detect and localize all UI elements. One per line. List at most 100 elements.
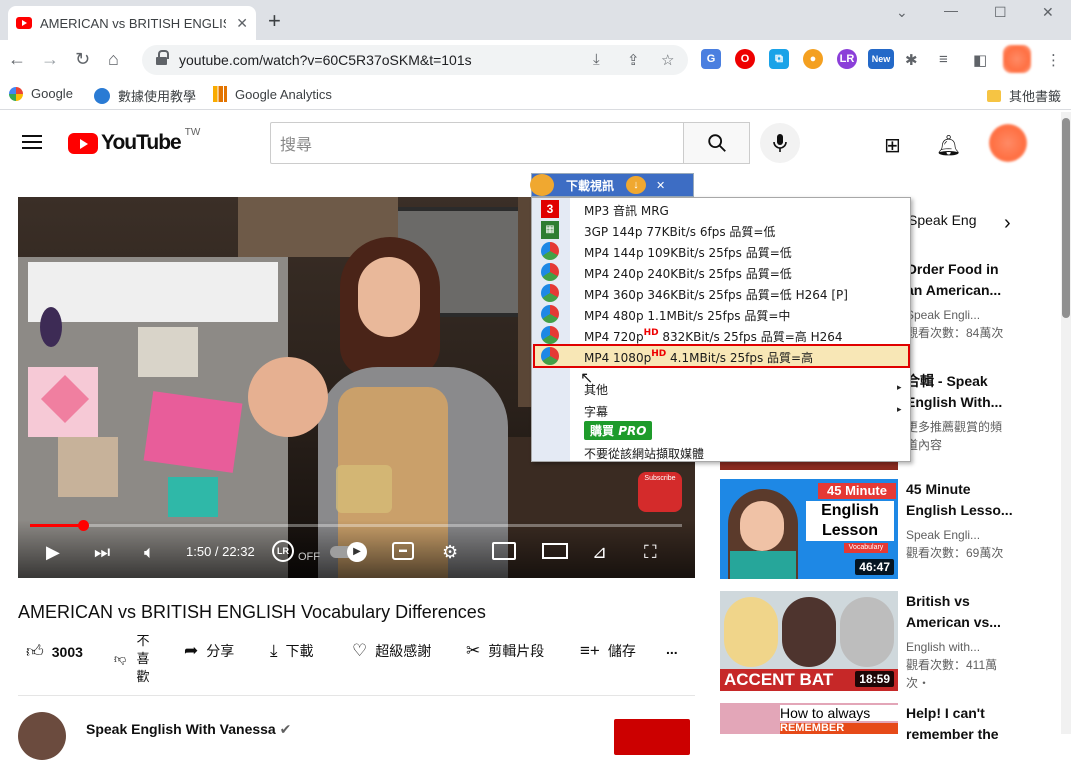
popup-close-icon[interactable]: ✕ — [656, 179, 665, 192]
related-video-title[interactable]: Order Food in an American... — [906, 259, 1016, 301]
menu-item-mp4-1080p[interactable]: MP4 1080pHD 4.1MBit/s 25fps 品質=高 — [584, 349, 813, 366]
menu-item-mp4-240p[interactable]: MP4 240p 240KBit/s 25fps 品質=低 — [584, 265, 792, 282]
menu-item-3gp-144p[interactable]: 3GP 144p 77KBit/s 6fps 品質=低 — [584, 223, 775, 240]
menu-item-mp3[interactable]: MP3 音訊 MRG — [584, 202, 669, 219]
cast-icon[interactable]: ⊿ — [592, 540, 607, 564]
menu-item-mp4-720p[interactable]: MP4 720pHD 832KBit/s 25fps 品質=高 H264 — [584, 328, 843, 345]
install-icon[interactable]: ⤓ — [593, 51, 600, 68]
playlist-add-icon: ≡+ — [580, 641, 600, 660]
related-video-title[interactable]: British vs American vs... — [906, 591, 1016, 633]
lr-extension-player-icon[interactable]: LR — [272, 540, 294, 562]
forward-icon[interactable]: → — [41, 49, 59, 69]
subtitles-icon[interactable]: ▬ — [392, 542, 414, 560]
bookmark-star-icon[interactable]: ☆ — [661, 51, 674, 69]
extensions-puzzle-icon[interactable]: ✱ — [905, 51, 918, 69]
more-actions-button[interactable]: ... — [666, 641, 678, 657]
share-label: 分享 — [206, 643, 235, 659]
browser-menu-icon[interactable]: ⋮ — [1046, 51, 1061, 69]
notifications-bell-icon[interactable]: 🔔︎ — [936, 133, 961, 158]
scrollbar-thumb[interactable] — [1062, 118, 1070, 318]
home-icon[interactable]: ⌂ — [108, 49, 119, 69]
subscribe-overlay[interactable]: Subscribe — [638, 472, 682, 512]
menu-item-subtitles[interactable]: 字幕 — [584, 403, 608, 420]
buy-pro-button[interactable]: 購買 PRO — [584, 421, 653, 440]
profile-avatar[interactable] — [1003, 45, 1031, 73]
cookie-extension-icon[interactable]: ● — [803, 49, 823, 69]
menu-item-mp4-144p[interactable]: MP4 144p 109KBit/s 25fps 品質=低 — [584, 244, 792, 261]
chip-next-chevron-icon[interactable]: › — [1004, 212, 1011, 235]
share-button[interactable]: ➦ 分享 — [184, 641, 234, 661]
related-video-thumbnail[interactable]: 45 Minute English Lesson Vocabulary 46:47 — [720, 479, 898, 579]
maximize-icon[interactable]: ☐ — [994, 4, 1007, 21]
clip-button[interactable]: ✂ 剪輯片段 — [466, 641, 544, 661]
lr-extension-icon[interactable]: LR — [837, 49, 857, 69]
super-thanks-button[interactable]: ♡ 超級感謝 — [352, 641, 431, 661]
related-video-thumbnail[interactable]: ACCENT BAT 18:59 — [720, 591, 898, 691]
autoplay-toggle-knob[interactable]: ▶ — [347, 542, 367, 562]
related-video-title[interactable]: 45 Minute English Lesso... — [906, 479, 1016, 521]
menu-item-mp4-360p[interactable]: MP4 360p 346KBit/s 25fps 品質=低 H264 [P] — [584, 286, 848, 303]
minimize-icon[interactable]: — — [944, 2, 958, 18]
thumb-text: How to always — [780, 705, 898, 721]
dislike-button[interactable]: 不喜歡 — [136, 632, 150, 686]
volume-icon[interactable]: 🔈︎ — [144, 540, 155, 564]
tab-close-icon[interactable]: ✕ — [236, 15, 248, 32]
presenter-shape — [782, 597, 836, 667]
views-line: 觀看次數：411萬 — [906, 658, 998, 672]
bookmark-google-analytics[interactable]: Google Analytics — [213, 86, 332, 102]
channel-avatar[interactable] — [18, 712, 66, 760]
like-button[interactable]: 👍︎ 3003 — [26, 641, 83, 662]
channel-name[interactable]: Speak English With Vanessa ✔ — [86, 721, 291, 738]
download-popup-header[interactable]: 下載視訊 ↓ ✕ — [530, 173, 694, 197]
opera-extension-icon[interactable]: O — [735, 49, 755, 69]
menu-item-other[interactable]: 其他 — [584, 381, 608, 398]
thumb-text: Lesson — [821, 522, 878, 539]
related-video-title[interactable]: 合輯 - Speak English With... — [906, 371, 1016, 413]
download-button[interactable]: ⤓ 下載 — [270, 641, 314, 661]
account-avatar[interactable] — [989, 124, 1027, 162]
next-video-icon[interactable]: ⏭︎ — [94, 540, 110, 564]
youtube-logo[interactable]: YouTube TW — [68, 127, 200, 155]
chip-speak-english[interactable]: Speak Eng — [908, 212, 977, 228]
item-label: 832KBit/s 25fps 品質=高 H264 — [658, 330, 843, 344]
new-tab-button[interactable]: + — [268, 10, 281, 32]
voice-search-button[interactable] — [760, 123, 800, 163]
side-panel-icon[interactable]: ◧ — [973, 51, 987, 69]
related-video-title[interactable]: Help! I can't remember the — [906, 703, 1016, 745]
window-close-icon[interactable]: ✕ — [1042, 4, 1054, 21]
miniplayer-icon[interactable] — [492, 542, 516, 560]
reading-list-icon[interactable]: ≡ — [939, 51, 948, 68]
bookmark-label: 數據使用教學 — [118, 89, 197, 104]
create-video-icon[interactable]: ⊞ — [884, 133, 901, 158]
settings-gear-icon[interactable]: ⚙ — [442, 540, 458, 564]
search-input[interactable]: 搜尋 — [270, 122, 684, 164]
related-video-thumbnail[interactable]: How to always REMEMBER — [720, 703, 898, 734]
download-arrow-icon[interactable]: ↓ — [626, 176, 647, 194]
bookmark-google[interactable]: Google — [9, 86, 73, 101]
theater-mode-icon[interactable] — [542, 543, 568, 559]
bookmark-data-tutorial[interactable]: 數據使用教學 — [94, 86, 196, 105]
share-page-icon[interactable]: ⇪ — [627, 51, 640, 69]
play-icon[interactable]: ▶ — [46, 540, 60, 564]
video-progress-bar[interactable] — [30, 520, 682, 531]
downloader-extension-icon[interactable]: New — [868, 49, 894, 69]
menu-item-mp4-480p[interactable]: MP4 480p 1.1MBit/s 25fps 品質=中 — [584, 307, 790, 324]
thumbs-down-icon[interactable]: 👎︎ — [114, 652, 126, 667]
tab-search-chevron-icon[interactable]: ⌄ — [896, 4, 908, 21]
address-bar[interactable]: youtube.com/watch?v=60C5R37oSKM&t=101s — [142, 45, 688, 75]
search-button[interactable] — [684, 122, 750, 164]
menu-hamburger-icon[interactable] — [22, 135, 42, 149]
other-bookmarks[interactable]: 其他書籤 — [987, 86, 1061, 105]
copy-extension-icon[interactable]: ⧉ — [769, 49, 789, 69]
reload-icon[interactable]: ↻ — [75, 49, 90, 69]
fullscreen-icon[interactable]: ⛶ — [644, 540, 657, 564]
eggplant-shape — [40, 307, 62, 347]
translate-extension-icon[interactable]: G — [701, 49, 721, 69]
menu-item-exclude-site[interactable]: 不要從該網站擷取媒體 — [584, 445, 704, 462]
save-button[interactable]: ≡+ 儲存 — [580, 641, 636, 661]
browser-tab[interactable]: AMERICAN vs BRITISH ENGLISH ✕ — [8, 6, 256, 40]
youtube-play-logo-icon — [68, 132, 98, 154]
subscribe-button[interactable] — [614, 719, 690, 755]
page-scrollbar[interactable] — [1061, 112, 1071, 734]
back-icon[interactable]: ← — [8, 49, 26, 69]
